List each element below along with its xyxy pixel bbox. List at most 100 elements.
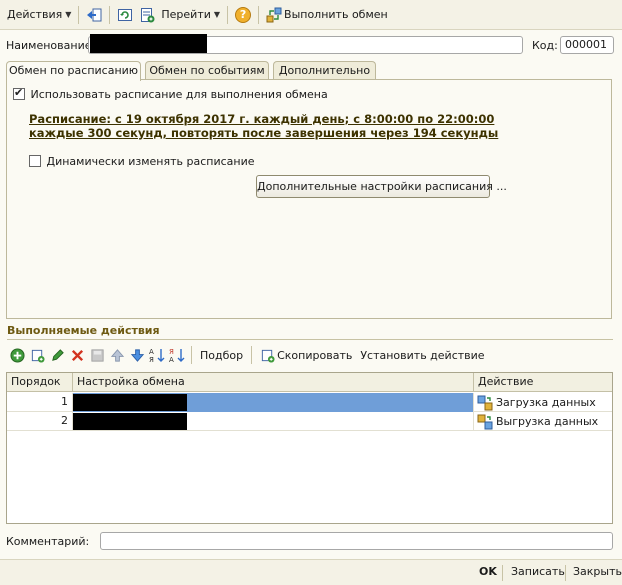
use-schedule-row: Использовать расписание для выполнения о… (13, 86, 328, 101)
copy-button[interactable]: Скопировать (256, 348, 356, 363)
svg-text:А: А (149, 348, 154, 356)
copy-label: Скопировать (277, 348, 353, 362)
footer-divider (565, 565, 566, 581)
run-exchange-button[interactable]: Выполнить обмен (263, 4, 391, 26)
tab-label: Обмен по событиям (149, 64, 265, 77)
comment-input[interactable] (100, 532, 613, 550)
dynamic-schedule-checkbox[interactable] (29, 155, 41, 167)
order-cell: 2 (7, 412, 73, 431)
exchange-icon (266, 7, 282, 22)
run-exchange-label: Выполнить обмен (284, 8, 388, 21)
chevron-down-icon: ▼ (213, 10, 221, 19)
help-icon: ? (235, 6, 252, 23)
extra-schedule-settings-label: Дополнительные настройки расписания ... (257, 180, 507, 193)
sort-ascending-button[interactable]: А Я (147, 345, 167, 365)
name-label: Наименование: (6, 39, 96, 52)
column-header-action[interactable]: Действие (474, 373, 612, 392)
toolbar-divider (258, 5, 260, 24)
load-data-icon (477, 395, 493, 410)
copy-row-icon (31, 349, 45, 363)
pencil-icon (51, 348, 64, 361)
tab-event-exchange[interactable]: Обмен по событиям (145, 61, 269, 80)
column-header-exchange-setting[interactable]: Настройка обмена (73, 373, 474, 392)
table-header: Порядок Настройка обмена Действие (7, 373, 612, 392)
delete-row-button[interactable] (67, 345, 87, 365)
comment-label: Комментарий: (6, 535, 90, 548)
svg-text:А: А (169, 356, 174, 363)
svg-text:Я: Я (169, 348, 174, 356)
add-row-button[interactable] (7, 345, 27, 365)
document-add-icon (141, 7, 155, 22)
dynamic-schedule-row: Динамически изменять расписание (29, 154, 255, 168)
ok-button[interactable]: OK (479, 565, 497, 578)
back-button[interactable] (83, 4, 105, 26)
section-divider (7, 339, 613, 340)
refresh-icon (118, 8, 133, 21)
footer-bar: OK Записать Закрыть (0, 559, 622, 585)
sort-ascending-icon: А Я (149, 348, 165, 363)
goto-menu-button[interactable]: Перейти ▼ (158, 4, 223, 26)
use-schedule-checkbox[interactable] (13, 86, 25, 100)
sort-descending-button[interactable]: Я А (167, 345, 187, 365)
actions-toolbar: А Я Я А Подбор Скопировать Установить де… (7, 344, 613, 366)
svg-text:Я: Я (149, 356, 154, 363)
code-label: Код: (532, 39, 558, 52)
actions-table[interactable]: Порядок Настройка обмена Действие 1 Загр… (6, 372, 613, 524)
tab-additional[interactable]: Дополнительно (273, 61, 376, 80)
copy-icon (261, 349, 275, 363)
action-value: Выгрузка данных (496, 414, 599, 428)
extra-schedule-settings-button[interactable]: Дополнительные настройки расписания ... (256, 175, 507, 198)
set-action-label: Установить действие (360, 348, 485, 362)
select-button[interactable]: Подбор (196, 349, 247, 362)
column-header-order[interactable]: Порядок (7, 373, 73, 392)
copy-doc-button[interactable] (136, 4, 158, 26)
action-cell: Выгрузка данных (474, 412, 612, 431)
toolbar-divider (251, 346, 253, 364)
tab-label: Дополнительно (278, 64, 371, 77)
toolbar-divider (227, 5, 229, 24)
top-toolbar: Действия ▼ Перейти ▼ ? Выполнить обмен (0, 0, 622, 30)
unload-data-icon (477, 414, 493, 429)
toolbar-divider (78, 5, 80, 24)
tab-schedule-exchange[interactable]: Обмен по расписанию (6, 61, 141, 81)
move-up-button[interactable] (107, 345, 127, 365)
goto-menu-label: Перейти (161, 8, 211, 21)
select-label: Подбор (200, 348, 244, 362)
table-row[interactable]: 2 Выгрузка данных (7, 412, 612, 431)
toolbar-divider (109, 5, 111, 24)
order-cell: 1 (7, 393, 73, 412)
close-button[interactable]: Закрыть (573, 565, 622, 578)
disk-icon (90, 348, 104, 362)
sort-descending-icon: Я А (169, 348, 185, 363)
schedule-line-2: каждые 300 секунд, повторять после завер… (29, 126, 499, 140)
toolbar-divider (191, 346, 192, 364)
set-action-button[interactable]: Установить действие (356, 349, 488, 362)
redacted-block (73, 394, 187, 411)
edit-row-button[interactable] (47, 345, 67, 365)
footer-divider (502, 565, 503, 581)
delete-x-icon (71, 349, 83, 361)
action-cell: Загрузка данных (474, 393, 612, 412)
actions-menu-button[interactable]: Действия ▼ (4, 4, 74, 26)
tab-label: Обмен по расписанию (8, 64, 139, 77)
chevron-down-icon: ▼ (65, 10, 72, 19)
back-arrow-icon (87, 8, 102, 21)
arrow-down-icon (130, 348, 144, 362)
code-input[interactable]: 000001 (560, 36, 614, 54)
help-button[interactable]: ? (232, 4, 254, 26)
arrow-up-icon (110, 348, 124, 362)
save-button[interactable]: Записать (511, 565, 565, 578)
copy-row-button[interactable] (27, 345, 47, 365)
use-schedule-label: Использовать расписание для выполнения о… (30, 87, 328, 101)
table-row[interactable]: 1 Загрузка данных (7, 393, 612, 412)
move-down-button[interactable] (127, 345, 147, 365)
schedule-link[interactable]: Расписание: с 19 октября 2017 г. каждый … (29, 112, 498, 140)
code-value: 000001 (565, 38, 607, 51)
save-row-button[interactable] (87, 345, 107, 365)
refresh-button[interactable] (114, 4, 136, 26)
actions-menu-label: Действия (7, 8, 63, 21)
actions-section-title: Выполняемые действия (7, 324, 160, 337)
dynamic-schedule-label: Динамически изменять расписание (46, 154, 255, 168)
redacted-block (90, 34, 207, 53)
redacted-block (73, 413, 187, 430)
